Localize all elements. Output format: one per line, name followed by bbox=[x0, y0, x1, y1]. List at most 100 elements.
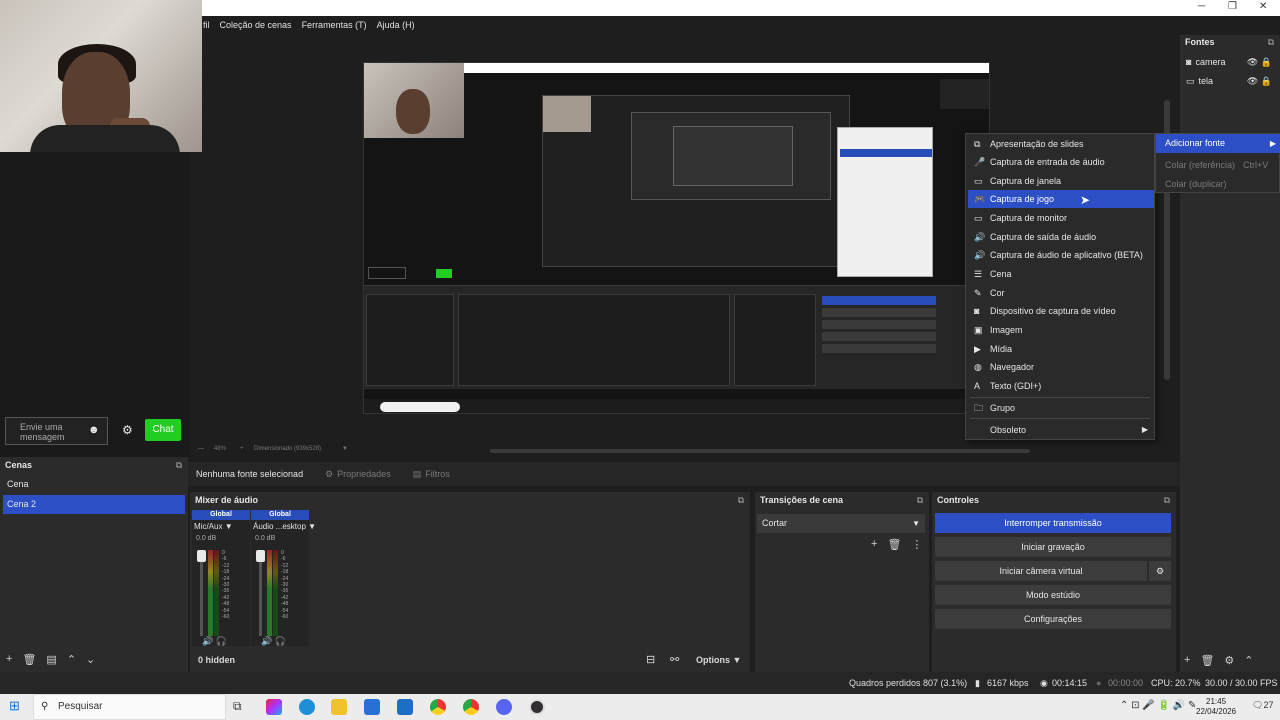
system-tray-icons[interactable]: ⌃ ⊡ 🎤 🔋 🔊 ✎ bbox=[1120, 700, 1196, 711]
undock-icon[interactable]: ⧉ bbox=[1164, 493, 1170, 507]
menu-item-audio-output[interactable]: 🔊 Captura de saída de áudio bbox=[968, 228, 1154, 246]
undock-icon[interactable]: ⧉ bbox=[738, 493, 744, 507]
menu-item-media[interactable]: ▶ Mídia bbox=[968, 340, 1154, 358]
stop-streaming-button[interactable]: Interromper transmissão bbox=[935, 513, 1171, 533]
visibility-lock-icons[interactable]: 👁 🔒 bbox=[1247, 53, 1272, 72]
chevron-up-icon[interactable]: ⌃ bbox=[1244, 654, 1253, 667]
gear-icon[interactable]: ⚙ bbox=[122, 423, 133, 437]
volume-fader-track[interactable] bbox=[259, 550, 262, 636]
menu-help[interactable]: Ajuda (H) bbox=[377, 20, 415, 30]
maximize-button[interactable]: ❐ bbox=[1228, 1, 1237, 12]
windows-start-icon[interactable]: ⊞ bbox=[9, 698, 20, 714]
add-icon[interactable]: + bbox=[1184, 654, 1190, 667]
layout-icon[interactable]: ⊟ bbox=[646, 653, 655, 666]
menu-item-deprecated[interactable]: Obsoleto ▶ bbox=[968, 421, 1154, 439]
chrome-icon[interactable] bbox=[463, 699, 479, 715]
link-icon[interactable]: ⚯ bbox=[670, 653, 679, 666]
close-button[interactable]: ✕ bbox=[1259, 1, 1267, 12]
add-icon[interactable]: + bbox=[6, 653, 12, 666]
speaker-icon[interactable]: 🔊 bbox=[261, 636, 272, 646]
visibility-lock-icons[interactable]: 👁 🔒 bbox=[1247, 72, 1272, 91]
windows-taskbar: ⊞ ⚲ Pesquisar ⧉ ⌃ ⊡ 🎤 🔋 🔊 ✎ 21:45 22/04/20… bbox=[0, 694, 1280, 720]
chevron-down-icon[interactable]: ⌄ bbox=[86, 653, 95, 666]
scenes-dock: Cenas ⧉ Cena Cena 2 + 🗑 ▤ ⌃ ⌄ bbox=[0, 457, 188, 672]
preview-sources bbox=[940, 79, 989, 109]
store-icon[interactable] bbox=[364, 699, 380, 715]
channel-name[interactable]: Áudio ...esktop ▼ bbox=[253, 522, 316, 531]
menu-item-audio-input[interactable]: 🎤 Captura de entrada de áudio bbox=[968, 153, 1154, 171]
preview-stop-button bbox=[822, 296, 936, 305]
channel-name[interactable]: Mic/Aux ▼ bbox=[194, 522, 233, 531]
menu-item-text[interactable]: A Texto (GDI+) bbox=[968, 377, 1154, 395]
menu-item-browser[interactable]: ◍ Navegador bbox=[968, 358, 1154, 376]
chrome-icon[interactable] bbox=[430, 699, 446, 715]
options-button[interactable]: Options ▼ bbox=[696, 655, 741, 665]
trash-icon[interactable]: 🗑 bbox=[887, 538, 901, 551]
folder-icon: 🗀 bbox=[974, 403, 984, 413]
start-recording-button[interactable]: Iniciar gravação bbox=[935, 537, 1171, 557]
scene-item[interactable]: Cena bbox=[3, 475, 185, 494]
menu-item-game-capture[interactable]: 🎮 Captura de jogo bbox=[968, 190, 1154, 208]
menu-file[interactable]: fil bbox=[203, 20, 210, 30]
menu-item-app-audio[interactable]: 🔊 Captura de áudio de aplicativo (BETA) bbox=[968, 246, 1154, 264]
headphones-icon[interactable]: 🎧 bbox=[216, 636, 227, 646]
chevron-up-icon[interactable]: ⌃ bbox=[67, 653, 76, 666]
preview-canvas[interactable] bbox=[363, 62, 990, 414]
volume-fader-handle[interactable] bbox=[197, 550, 206, 562]
scene-item-selected[interactable]: Cena 2 bbox=[3, 495, 185, 514]
menu-scene-collection[interactable]: Coleção de cenas bbox=[220, 20, 292, 30]
source-item-camera[interactable]: ◙ camera 👁 🔒 bbox=[1182, 53, 1278, 72]
menu-item-scene[interactable]: ☰ Cena bbox=[968, 265, 1154, 283]
minimize-button[interactable]: ─ bbox=[1198, 1, 1205, 12]
menu-item-monitor-capture[interactable]: ▭ Captura de monitor bbox=[968, 209, 1154, 227]
menu-item-image[interactable]: ▣ Imagem bbox=[968, 321, 1154, 339]
mixer-title-text: Mixer de áudio bbox=[195, 495, 259, 505]
menu-item-window-capture[interactable]: ▭ Captura de janela bbox=[968, 172, 1154, 190]
add-icon[interactable]: + bbox=[871, 538, 877, 551]
filters-button[interactable]: ▤ Filtros bbox=[413, 469, 450, 480]
copilot-icon[interactable] bbox=[266, 699, 282, 715]
studio-mode-button[interactable]: Modo estúdio bbox=[935, 585, 1171, 605]
undock-icon[interactable]: ⧉ bbox=[917, 493, 923, 507]
gear-icon[interactable]: ⚙ bbox=[1224, 654, 1234, 667]
notification-icon[interactable]: 🗨27 bbox=[1252, 700, 1273, 711]
discord-icon[interactable] bbox=[496, 699, 512, 715]
virtual-camera-settings-button[interactable]: ⚙ bbox=[1149, 561, 1171, 581]
start-virtual-camera-button[interactable]: Iniciar câmera virtual bbox=[935, 561, 1147, 581]
volume-fader-handle[interactable] bbox=[256, 550, 265, 562]
menu-item-add-source[interactable]: Adicionar fonte ▶ bbox=[1156, 134, 1280, 153]
file-explorer-icon[interactable] bbox=[331, 699, 347, 715]
edge-icon[interactable] bbox=[299, 699, 315, 715]
trash-icon[interactable]: 🗑 bbox=[22, 653, 36, 666]
speaker-icon[interactable]: 🔊 bbox=[202, 636, 213, 646]
settings-button[interactable]: Configurações bbox=[935, 609, 1171, 629]
properties-button[interactable]: ⚙ Propriedades bbox=[325, 469, 391, 480]
brush-icon: ✎ bbox=[974, 288, 982, 298]
menu-item-slideshow[interactable]: ⧉ Apresentação de slides bbox=[968, 135, 1154, 153]
volume-fader-track[interactable] bbox=[200, 550, 203, 636]
more-icon[interactable]: ⋮ bbox=[911, 538, 922, 551]
transition-select[interactable]: Cortar ▼ bbox=[757, 514, 925, 533]
camera-icon: ◙ bbox=[1186, 57, 1192, 67]
menu-bar: fil Coleção de cenas Ferramentas (T) Aju… bbox=[200, 16, 1280, 33]
chat-button[interactable]: Chat bbox=[145, 419, 181, 441]
headphones-icon[interactable]: 🎧 bbox=[275, 636, 286, 646]
menu-tools[interactable]: Ferramentas (T) bbox=[302, 20, 367, 30]
menu-item-group[interactable]: 🗀 Grupo bbox=[968, 399, 1154, 417]
preview-settings-button bbox=[822, 344, 936, 353]
menu-item-video-device[interactable]: ◙ Dispositivo de captura de vídeo bbox=[968, 302, 1154, 320]
emoji-icon[interactable]: ☻ bbox=[88, 424, 100, 436]
filter-icon[interactable]: ▤ bbox=[46, 653, 56, 666]
undock-icon[interactable]: ⧉ bbox=[1268, 35, 1274, 49]
menu-item-color[interactable]: ✎ Cor bbox=[968, 284, 1154, 302]
taskbar-search[interactable]: ⚲ Pesquisar bbox=[33, 694, 226, 720]
mail-icon[interactable] bbox=[397, 699, 413, 715]
source-item-screen[interactable]: ▭ tela 👁 🔒 bbox=[1182, 72, 1278, 91]
obs-icon[interactable] bbox=[529, 699, 545, 715]
undock-icon[interactable]: ⧉ bbox=[176, 458, 182, 472]
horizontal-scrollbar[interactable] bbox=[490, 449, 1030, 453]
taskbar-clock[interactable]: 21:45 22/04/2026 bbox=[1196, 697, 1236, 717]
task-view-icon[interactable]: ⧉ bbox=[233, 699, 242, 714]
menu-divider bbox=[970, 418, 1150, 419]
trash-icon[interactable]: 🗑 bbox=[1200, 654, 1214, 667]
